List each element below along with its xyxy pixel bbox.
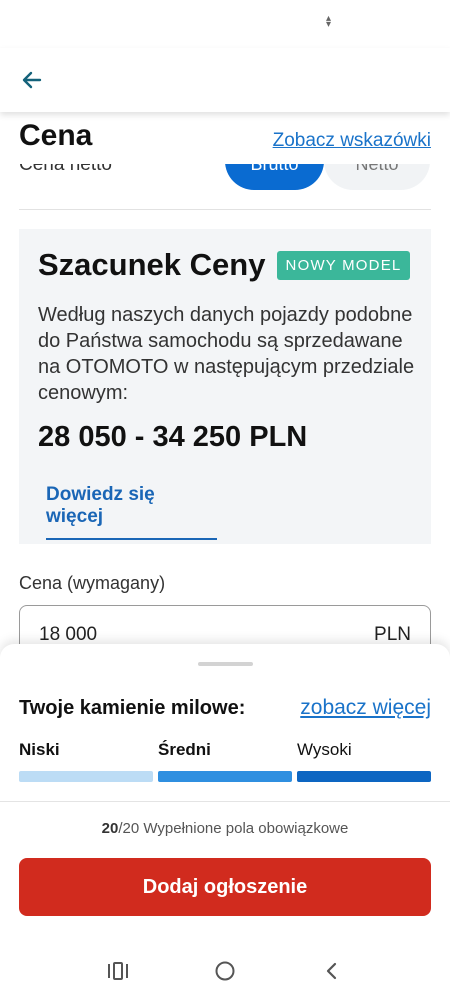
estimate-title: Szacunek Ceny bbox=[38, 247, 266, 282]
new-model-badge: NOWY MODEL bbox=[277, 251, 410, 280]
level-label-high: Wysoki bbox=[297, 740, 352, 759]
system-navigation-bar bbox=[0, 942, 450, 1000]
home-circle-icon bbox=[215, 961, 235, 981]
price-input-value[interactable]: 18 000 bbox=[39, 624, 97, 646]
section-header: Cena Zobacz wskazówki bbox=[0, 112, 450, 164]
system-back-button[interactable] bbox=[317, 956, 347, 986]
level-label-medium: Średni bbox=[158, 740, 211, 759]
required-fields-counter: 20/20 Wypełnione pola obowiązkowe bbox=[0, 820, 450, 837]
status-bar: ▴ ▾ bbox=[0, 0, 450, 48]
see-more-link[interactable]: zobacz więcej bbox=[300, 696, 431, 720]
sort-arrows-icon: ▴ ▾ bbox=[326, 13, 332, 30]
add-listing-button[interactable]: Dodaj ogłoszenie bbox=[19, 858, 431, 916]
back-button[interactable] bbox=[14, 62, 50, 98]
required-filled-count: 20 bbox=[101, 820, 119, 837]
price-field-label: Cena (wymagany) bbox=[19, 573, 166, 593]
arrow-left-icon bbox=[22, 71, 42, 89]
hints-link[interactable]: Zobacz wskazówki bbox=[273, 130, 431, 152]
estimate-description: Według naszych danych pojazdy podobne do… bbox=[38, 304, 415, 404]
top-app-bar bbox=[0, 48, 450, 112]
level-bar-high bbox=[297, 771, 431, 782]
price-range: 28 050 - 34 250 PLN bbox=[38, 421, 308, 453]
required-total-count: /20 bbox=[118, 820, 140, 837]
sheet-drag-handle[interactable] bbox=[198, 662, 253, 666]
recent-apps-icon bbox=[108, 962, 128, 980]
level-bar-medium bbox=[158, 771, 292, 782]
level-bar-low bbox=[19, 771, 153, 782]
required-fields-text: Wypełnione pola obowiązkowe bbox=[143, 820, 349, 837]
page-title: Cena bbox=[19, 119, 93, 152]
milestones-title: Twoje kamienie milowe: bbox=[19, 697, 246, 719]
recent-apps-button[interactable] bbox=[103, 956, 133, 986]
divider bbox=[0, 801, 450, 802]
price-unit: PLN bbox=[374, 624, 411, 645]
chevron-left-icon bbox=[326, 962, 337, 980]
level-label-low: Niski bbox=[19, 740, 60, 759]
home-button[interactable] bbox=[210, 956, 240, 986]
learn-more-link[interactable]: Dowiedz się więcej bbox=[46, 484, 217, 540]
divider bbox=[19, 209, 431, 210]
price-estimate-card: Szacunek Ceny NOWY MODEL Według naszych … bbox=[19, 229, 431, 544]
